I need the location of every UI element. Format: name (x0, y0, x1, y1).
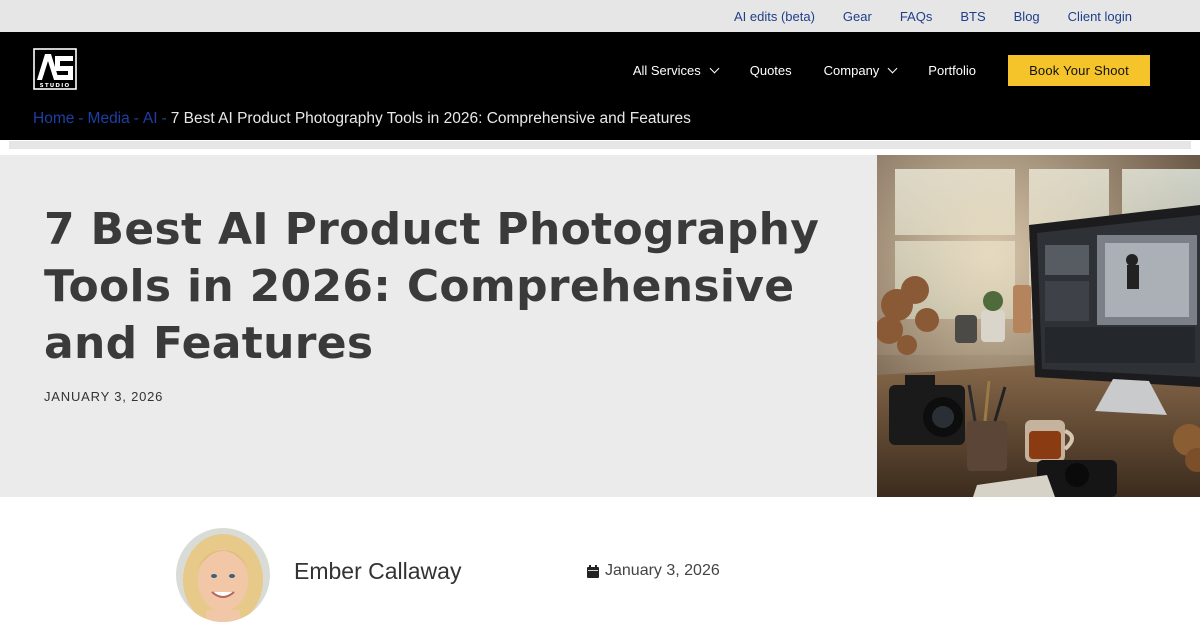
header-divider (9, 141, 1191, 149)
breadcrumb-home[interactable]: Home (33, 110, 74, 127)
book-your-shoot-button[interactable]: Book Your Shoot (1008, 54, 1150, 86)
utility-nav: AI edits (beta) Gear FAQs BTS Blog Clien… (706, 0, 1132, 32)
site-header: STUDIO All Services Quotes Company Portf… (0, 32, 1200, 140)
nav-quotes[interactable]: Quotes (750, 63, 792, 78)
breadcrumb-separator: - (161, 110, 167, 127)
utility-link-gear[interactable]: Gear (843, 9, 872, 24)
nav-label: Portfolio (928, 62, 976, 78)
breadcrumb-separator: - (78, 110, 84, 127)
breadcrumb-separator: - (133, 110, 139, 127)
post-meta-date: January 3, 2026 (587, 562, 720, 580)
post-date-text: January 3, 2026 (605, 562, 720, 579)
hero-image (877, 155, 1200, 497)
utility-link-ai-edits[interactable]: AI edits (beta) (734, 9, 815, 24)
nav-portfolio[interactable]: Portfolio (928, 63, 976, 78)
nav-label: All Services (632, 62, 701, 78)
nav-company[interactable]: Company (823, 62, 898, 78)
logo-text: STUDIO (40, 83, 71, 89)
hero-section: 7 Best AI Product Photography Tools in 2… (0, 155, 877, 497)
utility-link-client-login[interactable]: Client login (1068, 9, 1132, 24)
chevron-down-icon (887, 63, 898, 73)
top-utility-bar: AI edits (beta) Gear FAQs BTS Blog Clien… (0, 0, 1200, 32)
calendar-icon (587, 564, 599, 578)
nav-label: Quotes (749, 62, 792, 78)
author-avatar[interactable] (176, 528, 270, 622)
breadcrumb: Home - Media - AI -7 Best AI Product Photogra… (33, 110, 691, 128)
utility-link-blog[interactable]: Blog (1014, 9, 1040, 24)
breadcrumb-ai[interactable]: AI (143, 110, 158, 127)
author-name[interactable]: Ember Callaway (294, 558, 461, 585)
utility-link-faqs[interactable]: FAQs (900, 9, 933, 24)
page-title: 7 Best AI Product Photography Tools in 2… (44, 204, 820, 369)
main-nav: All Services Quotes Company Portfolio Bo… (601, 54, 1150, 86)
utility-link-bts[interactable]: BTS (960, 9, 985, 24)
breadcrumb-current: 7 Best AI Product Photography Tools in 2… (170, 110, 691, 127)
breadcrumb-media[interactable]: Media (88, 110, 130, 127)
studio-logo-icon[interactable]: STUDIO (33, 48, 77, 90)
nav-label: Company (823, 62, 880, 78)
nav-all-services[interactable]: All Services (632, 62, 720, 78)
hero-date: JANUARY 3, 2026 (44, 389, 164, 404)
chevron-down-icon (709, 63, 720, 73)
